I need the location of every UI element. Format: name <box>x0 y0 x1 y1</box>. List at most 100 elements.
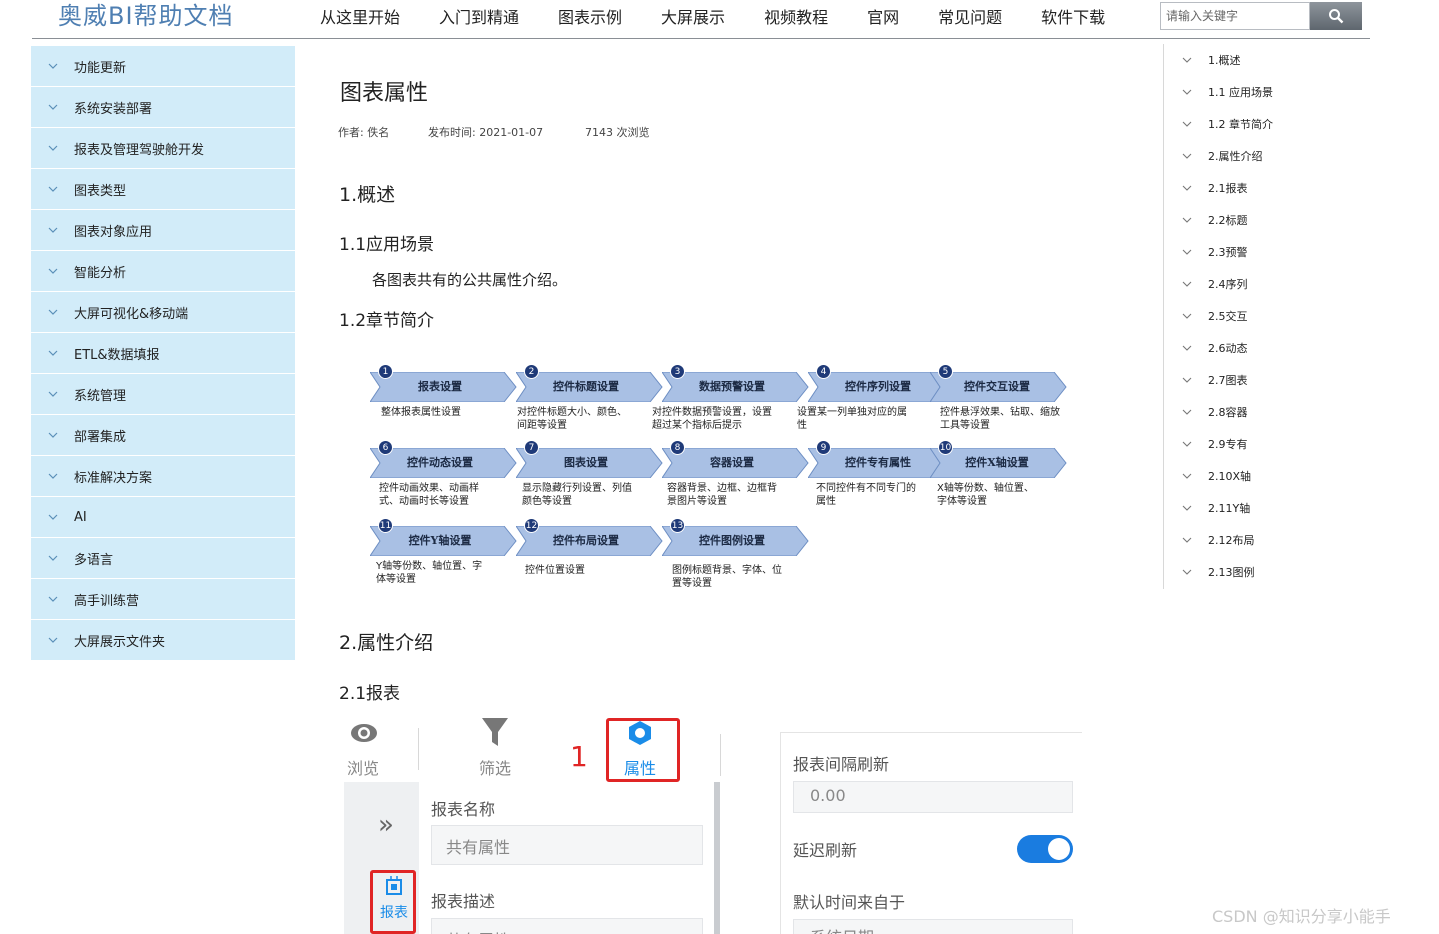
sidebar-item-system-admin[interactable]: 系统管理 <box>31 374 295 415</box>
step-12: 控件布局设置 12 <box>515 518 664 557</box>
step-desc: 显示隐藏行列设置、列值颜色等设置 <box>522 483 632 507</box>
rail-report-label: 报表 <box>380 905 408 921</box>
step-desc: 对控件数据预警设置，设置超过某个指标后提示 <box>652 407 772 431</box>
sidebar-item-etl[interactable]: ETL&数据填报 <box>31 333 295 374</box>
toc-item[interactable]: 2.2标题 <box>1164 204 1363 236</box>
article-meta: 作者: 佚名 发布时间: 2021-01-07 7143 次浏览 <box>338 124 650 140</box>
sidebar-item-bigscreen-folder[interactable]: 大屏展示文件夹 <box>31 620 295 661</box>
toc-item[interactable]: 2.属性介绍 <box>1164 140 1363 172</box>
default-time-select[interactable]: 系统日期 <box>793 919 1073 934</box>
step-number: 13 <box>670 518 685 533</box>
toc-item-label: 2.11Y轴 <box>1208 502 1251 515</box>
sidebar-item-label: 功能更新 <box>74 60 127 76</box>
nav-start[interactable]: 从这里开始 <box>320 4 400 28</box>
step-number: 8 <box>670 440 685 455</box>
sidebar-item-solutions[interactable]: 标准解决方案 <box>31 456 295 497</box>
heading-chapters: 1.2章节简介 <box>339 311 435 331</box>
chevron-down-icon <box>48 61 58 71</box>
nav-official[interactable]: 官网 <box>867 4 899 28</box>
sidebar-item-label: 系统管理 <box>74 388 127 404</box>
heading-report: 2.1报表 <box>339 684 401 704</box>
nav-video[interactable]: 视频教程 <box>764 4 828 28</box>
step-desc: 不同控件有不同专门的属性 <box>816 483 916 507</box>
tab-divider <box>418 728 419 770</box>
page-title: 图表属性 <box>340 81 429 106</box>
heading-overview: 1.概述 <box>339 184 396 206</box>
chapter-diagram: 报表设置 1 整体报表属性设置 控件标题设置 2 对控件标题大小、颜色、间距等设… <box>369 360 1070 600</box>
sidebar-item-ai[interactable]: AI <box>31 497 295 538</box>
chevron-down-icon <box>1182 503 1192 513</box>
site-logo[interactable]: 奥威BI帮助文档 <box>58 0 234 31</box>
delay-refresh-toggle[interactable] <box>1017 835 1073 863</box>
sidebar-item-training[interactable]: 高手训练营 <box>31 579 295 620</box>
site-header: 奥威BI帮助文档 从这里开始 入门到精通 图表示例 大屏展示 视频教程 官网 常… <box>32 0 1370 39</box>
report-name-field[interactable]: 共有属性 <box>431 825 703 865</box>
chevron-down-icon <box>48 553 58 563</box>
step-number: 12 <box>524 518 539 533</box>
toc-item[interactable]: 2.1报表 <box>1164 172 1363 204</box>
toc-item[interactable]: 1.1 应用场景 <box>1164 76 1363 108</box>
sidebar-item-label: ETL&数据填报 <box>74 347 160 363</box>
tab-filter[interactable]: 筛选 <box>460 710 530 780</box>
chevron-down-icon <box>48 225 58 235</box>
toc-item[interactable]: 2.7图表 <box>1164 364 1363 396</box>
nav-download[interactable]: 软件下载 <box>1041 4 1105 28</box>
highlight-box <box>606 718 680 782</box>
nav-bigscreen[interactable]: 大屏展示 <box>661 4 725 28</box>
toc-item[interactable]: 1.2 章节简介 <box>1164 108 1363 140</box>
panel-scrollbar[interactable] <box>714 782 720 934</box>
step-number: 7 <box>524 440 539 455</box>
sidebar-item-label: 智能分析 <box>74 265 127 281</box>
toc-item[interactable]: 2.12布局 <box>1164 524 1363 556</box>
double-chevron-right-icon[interactable]: » <box>378 810 394 840</box>
chevron-down-icon <box>48 184 58 194</box>
table-of-contents: 1.概述 1.1 应用场景 1.2 章节简介 2.属性介绍 2.1报表 2.2标… <box>1163 44 1363 589</box>
nav-faq[interactable]: 常见问题 <box>938 4 1002 28</box>
rail-report-button[interactable]: 报表 <box>374 876 414 922</box>
top-nav: 从这里开始 入门到精通 图表示例 大屏展示 视频教程 官网 常见问题 软件下载 <box>320 4 1144 28</box>
toc-item-label: 2.1报表 <box>1208 182 1248 195</box>
toc-item[interactable]: 2.3预警 <box>1164 236 1363 268</box>
sidebar-item-bigscreen-mobile[interactable]: 大屏可视化&移动端 <box>31 292 295 333</box>
heading-props: 2.属性介绍 <box>339 632 434 654</box>
tab-divider <box>720 734 721 776</box>
toc-item[interactable]: 2.8容器 <box>1164 396 1363 428</box>
sidebar-item-updates[interactable]: 功能更新 <box>31 46 295 87</box>
step-desc: X轴等份数、轴位置、字体等设置 <box>937 483 1034 507</box>
toc-item[interactable]: 2.10X轴 <box>1164 460 1363 492</box>
refresh-interval-field[interactable]: 0.00 <box>793 781 1073 813</box>
sidebar-item-label: AI <box>74 509 87 525</box>
report-desc-label: 报表描述 <box>431 892 496 911</box>
toc-item[interactable]: 2.9专有 <box>1164 428 1363 460</box>
toc-item[interactable]: 1.概述 <box>1164 44 1363 76</box>
tab-browse[interactable]: 浏览 <box>342 710 398 780</box>
toc-item[interactable]: 2.5交互 <box>1164 300 1363 332</box>
sidebar-item-chart-objects[interactable]: 图表对象应用 <box>31 210 295 251</box>
toc-item[interactable]: 2.6动态 <box>1164 332 1363 364</box>
sidebar-item-report-dev[interactable]: 报表及管理驾驶舱开发 <box>31 128 295 169</box>
chevron-down-icon <box>48 512 58 522</box>
nav-chart-examples[interactable]: 图表示例 <box>558 4 622 28</box>
search-button[interactable] <box>1310 2 1362 30</box>
search-input[interactable] <box>1160 2 1310 30</box>
sidebar-item-install[interactable]: 系统安装部署 <box>31 87 295 128</box>
toc-item[interactable]: 2.4序列 <box>1164 268 1363 300</box>
sidebar-item-smart-analysis[interactable]: 智能分析 <box>31 251 295 292</box>
report-name-label: 报表名称 <box>431 800 496 819</box>
sidebar-item-deploy-integration[interactable]: 部署集成 <box>31 415 295 456</box>
chevron-down-icon <box>48 594 58 604</box>
sidebar-item-chart-types[interactable]: 图表类型 <box>31 169 295 210</box>
toc-item-label: 2.8容器 <box>1208 406 1248 419</box>
toc-item[interactable]: 2.11Y轴 <box>1164 492 1363 524</box>
step-number: 3 <box>670 364 685 379</box>
step-desc: Y轴等份数、轴位置、字体等设置 <box>376 561 483 585</box>
sidebar-item-multilang[interactable]: 多语言 <box>31 538 295 579</box>
toc-item[interactable]: 2.13图例 <box>1164 556 1363 588</box>
report-desc-field[interactable]: 共有属性 <box>431 918 703 934</box>
step-desc: 控件位置设置 <box>525 565 585 576</box>
chevron-down-icon <box>48 430 58 440</box>
nav-master[interactable]: 入门到精通 <box>439 4 519 28</box>
step-number: 5 <box>938 364 953 379</box>
tab-filter-label: 筛选 <box>478 759 511 778</box>
author: 作者: 佚名 <box>338 126 390 139</box>
